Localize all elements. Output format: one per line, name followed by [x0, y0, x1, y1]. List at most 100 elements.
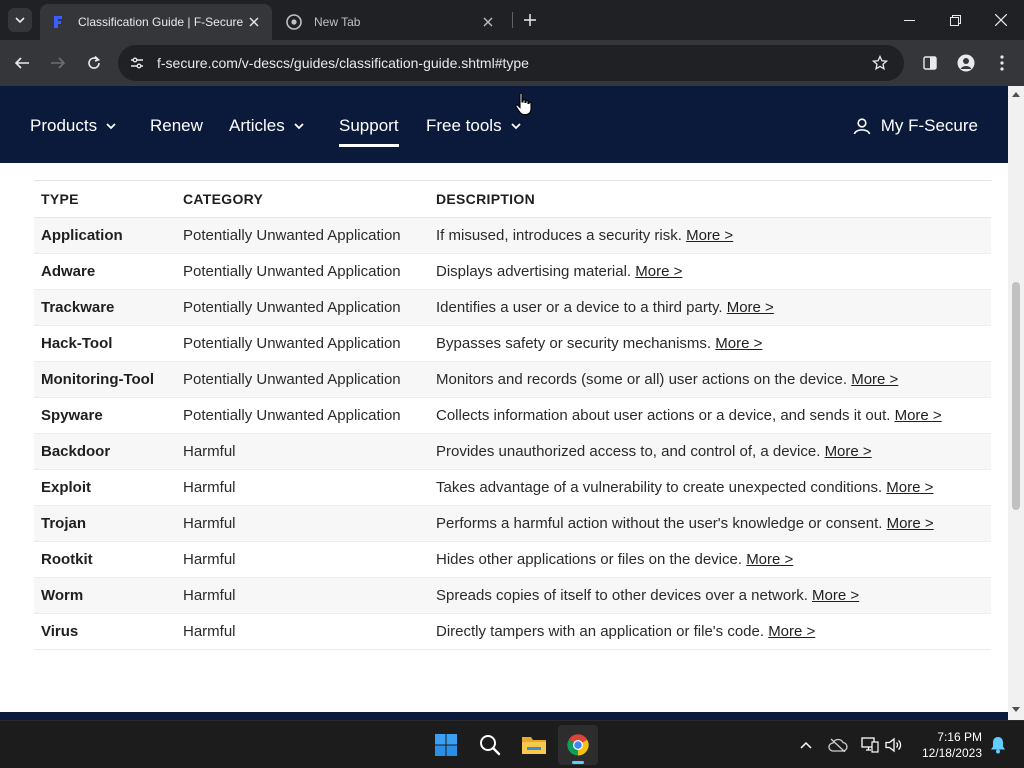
table-header-row: TYPE CATEGORY DESCRIPTION [34, 181, 991, 218]
volume-tray-button[interactable] [882, 733, 906, 757]
close-icon [995, 14, 1007, 26]
nav-support[interactable]: Support [339, 114, 399, 147]
back-button[interactable] [8, 49, 36, 77]
column-header-category: CATEGORY [176, 181, 429, 218]
scroll-up-arrow-icon[interactable] [1012, 90, 1020, 98]
cell-category: Potentially Unwanted Application [176, 325, 429, 362]
cell-description: Directly tampers with an application or … [429, 613, 991, 650]
table-row: Hack-Tool Potentially Unwanted Applicatio… [34, 325, 991, 362]
table-row: Application Potentially Unwanted Applicat… [34, 217, 991, 254]
menu-button[interactable] [988, 49, 1016, 77]
more-link[interactable]: More > [887, 515, 934, 532]
new-tab-button[interactable] [520, 10, 540, 30]
scrollbar-thumb[interactable] [1012, 282, 1020, 510]
minimize-button[interactable] [886, 0, 932, 40]
cell-type: Backdoor [34, 433, 176, 470]
site-info-icon[interactable] [126, 52, 148, 74]
forward-button[interactable] [44, 49, 72, 77]
cell-type: Worm [34, 577, 176, 614]
classification-table-container: TYPE CATEGORY DESCRIPTION Application Pot… [34, 180, 991, 650]
reload-icon [88, 55, 101, 69]
address-bar[interactable]: f-secure.com/v-descs/guides/classificati… [118, 45, 904, 81]
start-icon [435, 734, 457, 756]
close-window-button[interactable] [978, 0, 1024, 40]
start-button[interactable] [426, 725, 466, 765]
minimize-icon [903, 19, 915, 21]
cell-type: Trackware [34, 289, 176, 326]
close-tab-icon[interactable] [480, 14, 496, 30]
clock-date: 12/18/2023 [921, 746, 982, 760]
chrome-icon [567, 734, 589, 756]
profile-button[interactable] [952, 49, 980, 77]
chevron-up-icon [800, 741, 812, 749]
description-text: Spreads copies of itself to other device… [436, 586, 808, 604]
cell-description: Provides unauthorized access to, and con… [429, 433, 991, 470]
show-hidden-icons-button[interactable] [794, 733, 818, 757]
hand-cursor-icon [515, 92, 532, 116]
taskbar-clock[interactable]: 7:16 PM 12/18/2023 [912, 729, 982, 761]
description-text: Performs a harmful action without the us… [436, 514, 883, 532]
back-arrow-icon [14, 57, 29, 69]
more-link[interactable]: More > [812, 587, 859, 604]
table-row: Exploit Harmful Takes advantage of a vulne… [34, 469, 991, 506]
chrome-taskbar-button[interactable] [558, 725, 598, 765]
table-row: Rootkit Harmful Hides other applications o… [34, 541, 991, 578]
table-row: Worm Harmful Spreads copies of itself to o… [34, 577, 991, 614]
more-link[interactable]: More > [851, 371, 898, 388]
kebab-menu-icon [1000, 55, 1004, 71]
onedrive-tray-button[interactable] [826, 733, 850, 757]
tab-classification-guide[interactable]: Classification Guide | F-Secure [40, 4, 272, 40]
table-row: Adware Potentially Unwanted Application Di… [34, 253, 991, 290]
more-link[interactable]: More > [895, 407, 942, 424]
more-link[interactable]: More > [635, 263, 682, 280]
nav-renew[interactable]: Renew [150, 114, 203, 138]
nav-label: Renew [150, 116, 203, 135]
browser-tab-strip: Classification Guide | F-Secure New Tab [0, 0, 1024, 40]
restore-button[interactable] [932, 0, 978, 40]
side-panel-button[interactable] [916, 49, 944, 77]
page-viewport: Products Renew Articles Support Free too… [0, 86, 1008, 720]
search-icon [480, 735, 501, 756]
network-tray-button[interactable] [858, 733, 882, 757]
scroll-down-arrow-icon[interactable] [1012, 706, 1020, 714]
description-text: If misused, introduces a security risk. [436, 226, 682, 244]
chevron-down-icon [510, 122, 521, 130]
more-link[interactable]: More > [825, 443, 872, 460]
classification-table: TYPE CATEGORY DESCRIPTION Application Pot… [34, 181, 991, 650]
clock-time: 7:16 PM [937, 730, 982, 744]
windows-taskbar: 7:16 PM 12/18/2023 [0, 720, 1024, 768]
cell-category: Harmful [176, 505, 429, 542]
close-tab-icon[interactable] [246, 14, 262, 30]
nav-label: Support [339, 116, 399, 135]
page-scrollbar[interactable] [1008, 86, 1024, 720]
description-text: Takes advantage of a vulnerability to cr… [436, 478, 883, 496]
nav-free-tools[interactable]: Free tools [426, 114, 521, 138]
cell-description: Monitors and records (some or all) user … [429, 361, 991, 398]
more-link[interactable]: More > [886, 479, 933, 496]
notifications-button[interactable] [986, 733, 1010, 757]
my-f-secure-link[interactable]: My F-Secure [853, 114, 978, 138]
more-link[interactable]: More > [727, 299, 774, 316]
description-text: Collects information about user actions … [436, 406, 891, 424]
more-link[interactable]: More > [746, 551, 793, 568]
cell-category: Potentially Unwanted Application [176, 289, 429, 326]
table-row: Trojan Harmful Performs a harmful action w… [34, 505, 991, 542]
more-link[interactable]: More > [715, 335, 762, 352]
chevron-down-icon [106, 122, 116, 130]
nav-products[interactable]: Products [30, 114, 116, 138]
taskbar-search-button[interactable] [470, 725, 510, 765]
description-text: Hides other applications or files on the… [436, 550, 743, 568]
reload-button[interactable] [80, 49, 108, 77]
description-text: Displays advertising material. [436, 262, 632, 280]
cell-description: Hides other applications or files on the… [429, 541, 991, 578]
more-link[interactable]: More > [768, 623, 815, 640]
file-explorer-button[interactable] [514, 725, 554, 765]
bookmark-star-icon[interactable] [866, 49, 894, 77]
tab-new-tab[interactable]: New Tab [276, 4, 506, 40]
cell-type: Adware [34, 253, 176, 290]
more-link[interactable]: More > [686, 227, 733, 244]
tab-search-button[interactable] [8, 8, 32, 32]
nav-articles[interactable]: Articles [229, 114, 304, 138]
column-header-description: DESCRIPTION [429, 181, 991, 218]
cell-type: Hack-Tool [34, 325, 176, 362]
